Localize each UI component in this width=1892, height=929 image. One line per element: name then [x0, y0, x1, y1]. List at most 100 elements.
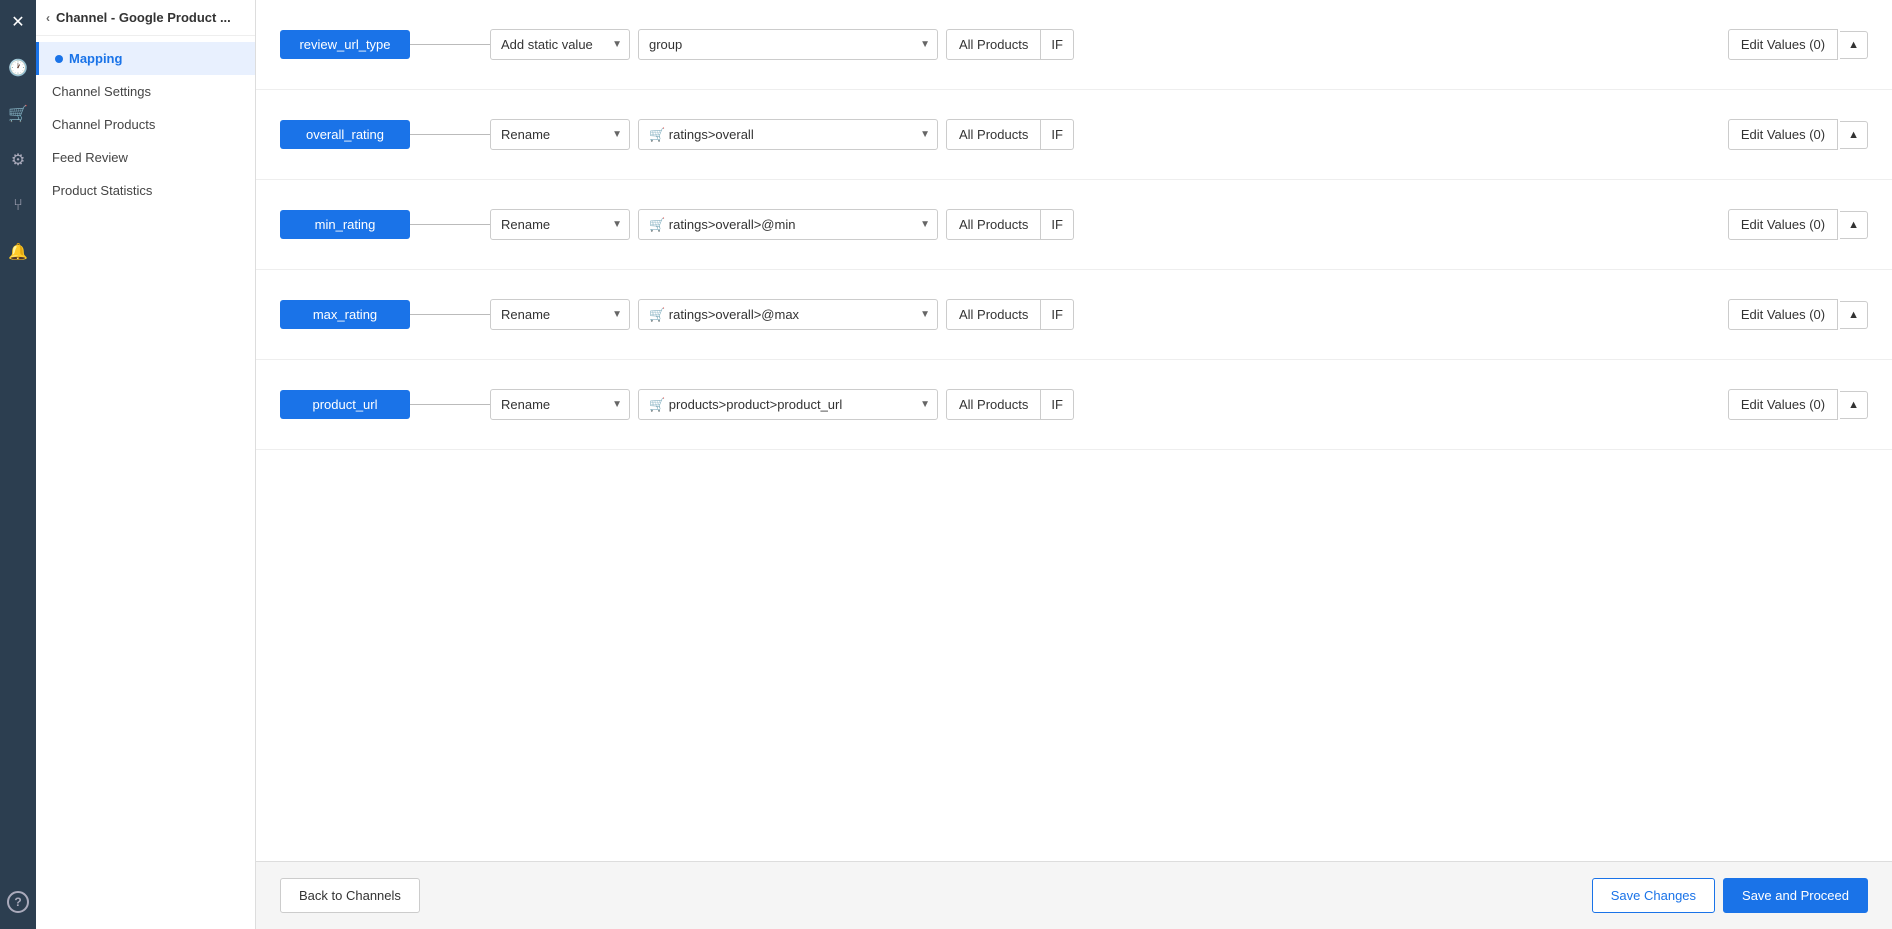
back-to-channels-button[interactable]: Back to Channels — [280, 878, 420, 913]
mapping-controls-overall_rating: RenameAdd static valueCombineExtract▼ 🛒 r… — [490, 119, 1868, 150]
all-products-button-overall_rating[interactable]: All Products — [946, 119, 1041, 150]
method-wrapper-review_url_type: RenameAdd static valueCombineExtract▼ — [490, 29, 630, 60]
if-button-overall_rating[interactable]: IF — [1041, 119, 1074, 150]
sidebar-back-arrow[interactable]: ‹ — [46, 11, 50, 25]
products-group-min_rating: All ProductsIF — [946, 209, 1074, 240]
field-label-max_rating: max_rating — [280, 300, 410, 329]
value-select-max_rating[interactable]: 🛒 ratings>overall>@max — [638, 299, 938, 330]
mapping-row-review_url_type: review_url_type RenameAdd static valueCom… — [256, 0, 1892, 90]
mapping-controls-min_rating: RenameAdd static valueCombineExtract▼ 🛒 r… — [490, 209, 1868, 240]
all-products-button-product_url[interactable]: All Products — [946, 389, 1041, 420]
products-group-product_url: All ProductsIF — [946, 389, 1074, 420]
sidebar-item-product-statistics[interactable]: Product Statistics — [36, 174, 255, 207]
collapse-button-min_rating[interactable]: ▲ — [1840, 211, 1868, 239]
value-wrapper-overall_rating: 🛒 ratings>overall▼ — [638, 119, 938, 150]
sidebar-item-channel-settings[interactable]: Channel Settings — [36, 75, 255, 108]
if-button-max_rating[interactable]: IF — [1041, 299, 1074, 330]
sidebar-item-label-product-statistics: Product Statistics — [52, 183, 152, 198]
method-select-min_rating[interactable]: RenameAdd static valueCombineExtract — [490, 209, 630, 240]
field-label-overall_rating: overall_rating — [280, 120, 410, 149]
value-wrapper-max_rating: 🛒 ratings>overall>@max▼ — [638, 299, 938, 330]
collapse-button-product_url[interactable]: ▲ — [1840, 391, 1868, 419]
save-and-proceed-button[interactable]: Save and Proceed — [1723, 878, 1868, 913]
close-icon[interactable]: ✕ — [4, 8, 32, 36]
edit-values-button-review_url_type[interactable]: Edit Values (0) — [1728, 29, 1838, 60]
icon-rail: ✕ 🕐 🛒 ⚙ ⑂ 🔔 ? — [0, 0, 36, 929]
sidebar-item-feed-review[interactable]: Feed Review — [36, 141, 255, 174]
connector-line-max_rating — [410, 314, 490, 315]
mapping-controls-review_url_type: RenameAdd static valueCombineExtract▼ gro… — [490, 29, 1868, 60]
sidebar-item-label-channel-products: Channel Products — [52, 117, 155, 132]
value-select-min_rating[interactable]: 🛒 ratings>overall>@min — [638, 209, 938, 240]
value-select-overall_rating[interactable]: 🛒 ratings>overall — [638, 119, 938, 150]
sidebar-item-label-feed-review: Feed Review — [52, 150, 128, 165]
sidebar-item-label-channel-settings: Channel Settings — [52, 84, 151, 99]
edit-values-button-min_rating[interactable]: Edit Values (0) — [1728, 209, 1838, 240]
edit-values-wrapper-min_rating: Edit Values (0)▲ — [1728, 209, 1868, 240]
field-label-min_rating: min_rating — [280, 210, 410, 239]
if-button-review_url_type[interactable]: IF — [1041, 29, 1074, 60]
mapping-row-min_rating: min_rating RenameAdd static valueCombineE… — [256, 180, 1892, 270]
method-wrapper-overall_rating: RenameAdd static valueCombineExtract▼ — [490, 119, 630, 150]
mapping-row-product_url: product_url RenameAdd static valueCombine… — [256, 360, 1892, 450]
connector-line-review_url_type — [410, 44, 490, 45]
method-wrapper-product_url: RenameAdd static valueCombineExtract▼ — [490, 389, 630, 420]
mapping-row-overall_rating: overall_rating RenameAdd static valueComb… — [256, 90, 1892, 180]
field-label-review_url_type: review_url_type — [280, 30, 410, 59]
method-select-product_url[interactable]: RenameAdd static valueCombineExtract — [490, 389, 630, 420]
collapse-button-overall_rating[interactable]: ▲ — [1840, 121, 1868, 149]
mapping-controls-product_url: RenameAdd static valueCombineExtract▼ 🛒 p… — [490, 389, 1868, 420]
value-select-product_url[interactable]: 🛒 products>product>product_url — [638, 389, 938, 420]
main-content: review_url_type RenameAdd static valueCom… — [256, 0, 1892, 929]
products-group-review_url_type: All ProductsIF — [946, 29, 1074, 60]
edit-values-button-max_rating[interactable]: Edit Values (0) — [1728, 299, 1838, 330]
sidebar-nav: Mapping Channel Settings Channel Products F… — [36, 36, 255, 213]
products-group-max_rating: All ProductsIF — [946, 299, 1074, 330]
edit-values-wrapper-max_rating: Edit Values (0)▲ — [1728, 299, 1868, 330]
edit-values-wrapper-review_url_type: Edit Values (0)▲ — [1728, 29, 1868, 60]
save-changes-button[interactable]: Save Changes — [1592, 878, 1715, 913]
method-wrapper-min_rating: RenameAdd static valueCombineExtract▼ — [490, 209, 630, 240]
sidebar-item-mapping[interactable]: Mapping — [36, 42, 255, 75]
method-select-max_rating[interactable]: RenameAdd static valueCombineExtract — [490, 299, 630, 330]
sidebar-header: ‹ Channel - Google Product ... — [36, 0, 255, 36]
content-area: review_url_type RenameAdd static valueCom… — [256, 0, 1892, 861]
mapping-row-max_rating: max_rating RenameAdd static valueCombineE… — [256, 270, 1892, 360]
mapping-controls-max_rating: RenameAdd static valueCombineExtract▼ 🛒 r… — [490, 299, 1868, 330]
edit-values-button-product_url[interactable]: Edit Values (0) — [1728, 389, 1838, 420]
edit-values-wrapper-overall_rating: Edit Values (0)▲ — [1728, 119, 1868, 150]
sidebar-item-label-mapping: Mapping — [69, 51, 122, 66]
bell-icon[interactable]: 🔔 — [4, 238, 32, 266]
all-products-button-min_rating[interactable]: All Products — [946, 209, 1041, 240]
connector-line-min_rating — [410, 224, 490, 225]
sidebar-item-channel-products[interactable]: Channel Products — [36, 108, 255, 141]
gear-icon[interactable]: ⚙ — [4, 146, 32, 174]
all-products-button-max_rating[interactable]: All Products — [946, 299, 1041, 330]
connector-line-product_url — [410, 404, 490, 405]
footer-right: Save Changes Save and Proceed — [1592, 878, 1868, 913]
connector-line-overall_rating — [410, 134, 490, 135]
value-select-review_url_type[interactable]: group — [638, 29, 938, 60]
help-icon[interactable]: ? — [7, 891, 29, 913]
method-select-overall_rating[interactable]: RenameAdd static valueCombineExtract — [490, 119, 630, 150]
method-wrapper-max_rating: RenameAdd static valueCombineExtract▼ — [490, 299, 630, 330]
products-group-overall_rating: All ProductsIF — [946, 119, 1074, 150]
cart-nav-icon[interactable]: 🛒 — [4, 100, 32, 128]
all-products-button-review_url_type[interactable]: All Products — [946, 29, 1041, 60]
value-wrapper-review_url_type: group▼ — [638, 29, 938, 60]
fork-icon[interactable]: ⑂ — [4, 192, 32, 220]
sidebar-title: Channel - Google Product ... — [56, 10, 231, 25]
footer: Back to Channels Save Changes Save and P… — [256, 861, 1892, 929]
if-button-product_url[interactable]: IF — [1041, 389, 1074, 420]
clock-icon[interactable]: 🕐 — [4, 54, 32, 82]
field-label-product_url: product_url — [280, 390, 410, 419]
collapse-button-max_rating[interactable]: ▲ — [1840, 301, 1868, 329]
value-wrapper-product_url: 🛒 products>product>product_url▼ — [638, 389, 938, 420]
edit-values-wrapper-product_url: Edit Values (0)▲ — [1728, 389, 1868, 420]
edit-values-button-overall_rating[interactable]: Edit Values (0) — [1728, 119, 1838, 150]
sidebar: ‹ Channel - Google Product ... Mapping Ch… — [36, 0, 256, 929]
collapse-button-review_url_type[interactable]: ▲ — [1840, 31, 1868, 59]
value-wrapper-min_rating: 🛒 ratings>overall>@min▼ — [638, 209, 938, 240]
method-select-review_url_type[interactable]: RenameAdd static valueCombineExtract — [490, 29, 630, 60]
if-button-min_rating[interactable]: IF — [1041, 209, 1074, 240]
